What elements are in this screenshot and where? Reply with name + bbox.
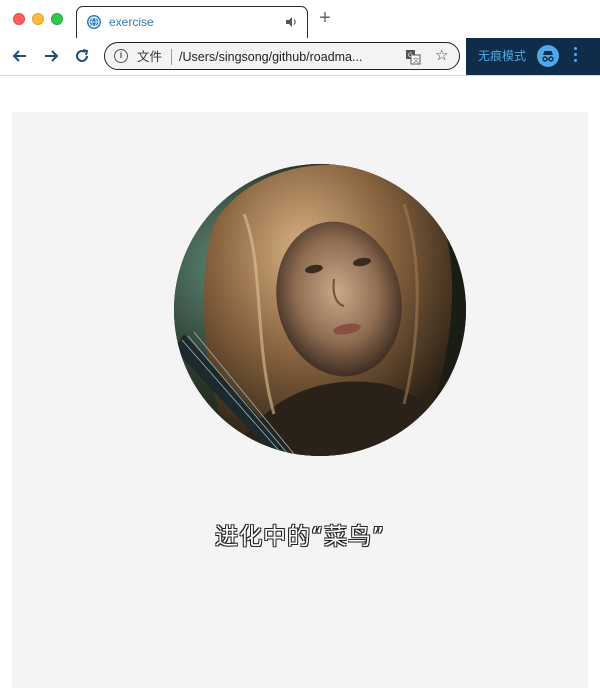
speaker-icon	[284, 15, 298, 32]
page-viewport: 进化中的“菜鸟”	[0, 76, 600, 700]
profile-card: 进化中的“菜鸟”	[12, 112, 588, 688]
more-vert-icon[interactable]	[572, 47, 578, 65]
minimize-window-button[interactable]	[32, 13, 44, 25]
address-bar[interactable]: i 文件 /Users/singsong/github/roadma... G …	[104, 42, 460, 70]
browser-toolbar: i 文件 /Users/singsong/github/roadma... G …	[0, 38, 600, 76]
back-button[interactable]	[10, 46, 30, 66]
reload-icon	[76, 49, 89, 62]
incognito-area: 无痕模式	[466, 38, 600, 75]
forward-button[interactable]	[41, 46, 61, 66]
security-chip[interactable]: 文件	[137, 49, 162, 65]
globe-icon	[87, 15, 101, 29]
incognito-icon[interactable]	[537, 45, 559, 67]
tab-title: exercise	[109, 15, 154, 29]
incognito-label: 无痕模式	[478, 49, 527, 63]
reload-button[interactable]	[72, 46, 92, 66]
tab-strip: exercise +	[0, 0, 600, 38]
star-icon[interactable]: ☆	[435, 47, 448, 65]
plus-icon: +	[319, 7, 331, 29]
browser-window: exercise + i 文件 /Users/singsong/github/r…	[0, 0, 600, 700]
profile-caption: 进化中的“菜鸟”	[215, 524, 385, 550]
arrow-right-icon	[45, 50, 59, 62]
avatar	[174, 164, 466, 456]
svg-text:文: 文	[413, 57, 419, 65]
omnibox-separator	[171, 49, 172, 65]
info-icon[interactable]: i	[114, 49, 128, 63]
new-tab-button[interactable]: +	[316, 7, 334, 29]
tab-exercise[interactable]: exercise	[76, 6, 308, 38]
close-window-button[interactable]	[13, 13, 25, 25]
url-text[interactable]: /Users/singsong/github/roadma...	[179, 49, 362, 65]
maximize-window-button[interactable]	[51, 13, 63, 25]
translate-icon[interactable]: G 文	[405, 49, 421, 65]
arrow-left-icon	[12, 50, 26, 62]
